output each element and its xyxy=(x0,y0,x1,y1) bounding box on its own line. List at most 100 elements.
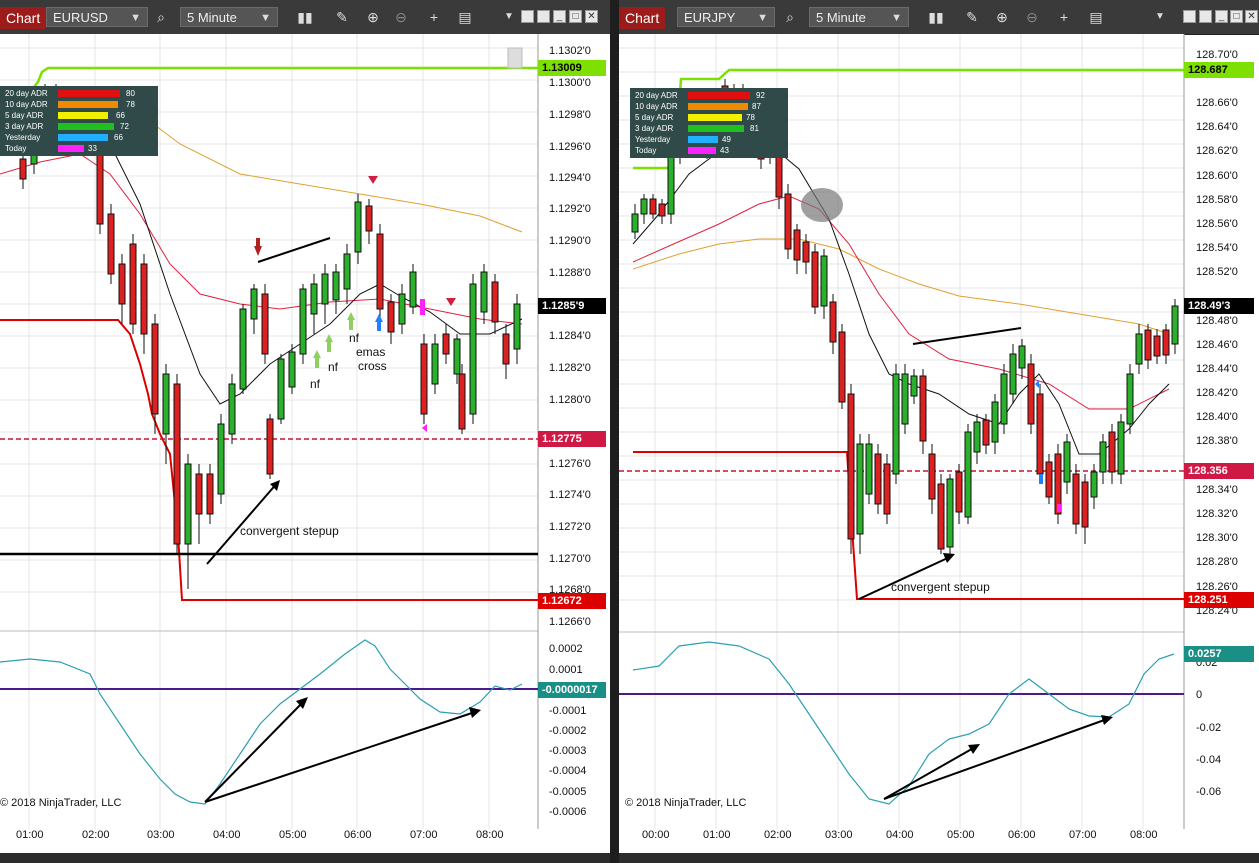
price-tick: 128.30'0 xyxy=(1196,532,1238,544)
time-tick: 06:00 xyxy=(1008,829,1036,841)
left-osc-axis: 0.0002 0.0001 -0.0001 -0.0002 -0.0003 -0… xyxy=(549,643,586,818)
time-tick: 05:00 xyxy=(947,829,975,841)
minimize-button[interactable]: _ xyxy=(1215,10,1228,23)
left-toolbar: Chart EURUSD ▼ ⌕ 5 Minute ▼ ▮▮ ✎ ⊕ ⊖ + ▤ ▼… xyxy=(0,0,610,35)
price-tick: 1.1296'0 xyxy=(549,141,591,153)
time-tick: 07:00 xyxy=(410,829,438,841)
restore-button[interactable] xyxy=(1199,10,1212,23)
candle xyxy=(811,244,819,314)
price-tick: 1.1276'0 xyxy=(549,458,591,470)
search-icon[interactable]: ⌕ xyxy=(781,8,799,26)
magenta-marker-icon xyxy=(1057,504,1061,512)
bar-type-icon[interactable]: ▮▮ xyxy=(927,8,945,26)
price-tick: 128.58'0 xyxy=(1196,194,1238,206)
osc-tick: -0.06 xyxy=(1196,786,1221,798)
minimize-button[interactable]: _ xyxy=(553,10,566,23)
price-tick: 1.1290'0 xyxy=(549,235,591,247)
price-tick: 128.34'0 xyxy=(1196,484,1238,496)
pencil-icon[interactable]: ✎ xyxy=(963,8,981,26)
right-osc-axis: 0.02 0 -0.02 -0.04 -0.06 xyxy=(1196,657,1221,798)
right-price-box-low: 128.251 xyxy=(1184,592,1254,608)
bar-type-icon[interactable]: ▮▮ xyxy=(296,8,314,26)
candle xyxy=(1000,364,1008,434)
zoom-in-icon[interactable]: ⊕ xyxy=(364,8,382,26)
right-instrument-value: EURJPY xyxy=(684,10,736,25)
candle xyxy=(892,364,900,484)
candle xyxy=(261,284,269,364)
candle xyxy=(228,374,236,444)
dropdown-icon[interactable]: ▼ xyxy=(1151,8,1169,26)
price-tick: 128.54'0 xyxy=(1196,242,1238,254)
osc-tick: -0.02 xyxy=(1196,722,1221,734)
restore-button[interactable] xyxy=(537,10,550,23)
candle xyxy=(946,474,954,554)
left-price-box-low: 1.12672 xyxy=(538,593,606,609)
price-tick: 1.1266'0 xyxy=(549,616,591,628)
left-copyright: © 2018 NinjaTrader, LLC xyxy=(0,797,122,809)
pencil-icon[interactable]: ✎ xyxy=(333,8,351,26)
adr-row: 20 day ADR 92 xyxy=(635,91,765,100)
price-tick: 1.1298'0 xyxy=(549,109,591,121)
close-button[interactable]: ✕ xyxy=(585,10,598,23)
adr-row: Today 43 xyxy=(635,146,729,155)
osc-tick: 0.0001 xyxy=(549,664,583,676)
time-tick: 08:00 xyxy=(476,829,504,841)
zoom-out-icon[interactable]: ⊖ xyxy=(392,8,410,26)
dropdown-icon[interactable]: ▼ xyxy=(500,8,518,26)
right-instrument-select[interactable]: EURJPY ▼ xyxy=(677,7,775,27)
data-box-icon[interactable]: ▤ xyxy=(1087,8,1105,26)
right-horizontal-scrollbar[interactable] xyxy=(619,853,1259,863)
time-tick: 08:00 xyxy=(1130,829,1158,841)
candle xyxy=(420,334,428,424)
close-button[interactable]: ✕ xyxy=(1245,10,1258,23)
adr-row: 5 day ADR 78 xyxy=(635,113,755,122)
search-icon[interactable]: ⌕ xyxy=(152,8,170,26)
maximize-button[interactable]: □ xyxy=(1230,10,1243,23)
time-tick: 06:00 xyxy=(344,829,372,841)
price-tick: 128.60'0 xyxy=(1196,170,1238,182)
osc-tick: 0.0002 xyxy=(549,643,583,655)
candle xyxy=(469,274,477,424)
candle xyxy=(129,234,137,334)
window-divider[interactable] xyxy=(610,0,619,863)
candle xyxy=(847,384,855,554)
candle xyxy=(865,434,873,504)
zoom-in-icon[interactable]: ⊕ xyxy=(993,8,1011,26)
maximize-button[interactable]: □ xyxy=(569,10,582,23)
osc-tick: -0.0005 xyxy=(549,786,586,798)
candle xyxy=(1045,454,1053,504)
left-horizontal-scrollbar[interactable] xyxy=(0,853,610,863)
price-tick: 128.38'0 xyxy=(1196,435,1238,447)
tile-button[interactable] xyxy=(521,10,534,23)
adr-row: 10 day ADR 78 xyxy=(5,100,135,109)
left-instrument-select[interactable]: EURUSD ▼ xyxy=(46,7,148,27)
left-price-box-prior: 1.12775 xyxy=(538,431,606,447)
chart-scroll-handle[interactable] xyxy=(507,47,523,69)
candle xyxy=(409,264,417,314)
left-price-chart[interactable]: 1.1302'0 1.1300'0 1.1298'0 1.1296'0 1.12… xyxy=(0,34,610,863)
time-tick: 05:00 xyxy=(279,829,307,841)
time-tick: 00:00 xyxy=(642,829,670,841)
annotation-nf: nf xyxy=(310,377,321,391)
candle xyxy=(1027,354,1035,434)
tile-button[interactable] xyxy=(1183,10,1196,23)
price-tick: 1.1300'0 xyxy=(549,77,591,89)
right-chart-tab[interactable]: Chart xyxy=(619,7,666,29)
left-interval-select[interactable]: 5 Minute ▼ xyxy=(180,7,278,27)
up-arrow-icon xyxy=(349,320,353,330)
time-tick: 03:00 xyxy=(825,829,853,841)
right-interval-select[interactable]: 5 Minute ▼ xyxy=(809,7,909,27)
left-chart-tab[interactable]: Chart xyxy=(0,7,47,29)
right-price-chart[interactable]: 128.70'0 128.66'0 128.64'0 128.62'0 128.… xyxy=(619,34,1259,863)
right-price-box-prior: 128.356 xyxy=(1184,463,1254,479)
crosshair-icon[interactable]: + xyxy=(1055,8,1073,26)
zoom-out-icon[interactable]: ⊖ xyxy=(1023,8,1041,26)
adr-row: 5 day ADR 66 xyxy=(5,111,125,120)
adr-row: Yesterday 66 xyxy=(5,133,123,142)
osc-tick: -0.0003 xyxy=(549,745,586,757)
crosshair-icon[interactable]: + xyxy=(425,8,443,26)
candle xyxy=(277,354,285,424)
osc-tick: -0.0006 xyxy=(549,806,586,818)
data-box-icon[interactable]: ▤ xyxy=(456,8,474,26)
sell-arrow-icon xyxy=(256,238,260,247)
